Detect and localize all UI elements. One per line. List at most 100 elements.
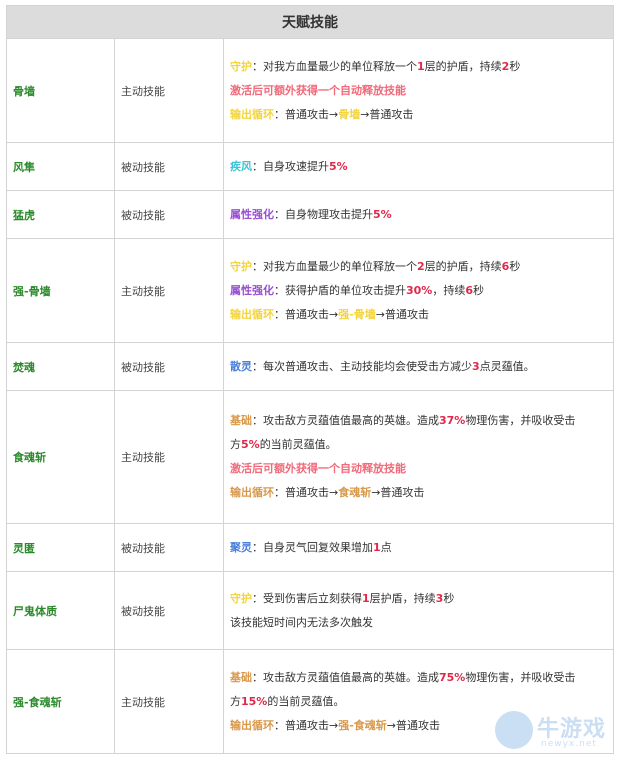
table-header-row: 天赋技能 xyxy=(5,5,615,39)
plain-text: ，持续 xyxy=(432,283,466,297)
highlight-text: 输出循环 xyxy=(230,486,274,499)
plain-text: 秒 xyxy=(473,283,484,297)
highlight-text: 5% xyxy=(373,207,392,221)
plain-text: ：普通攻击→ xyxy=(274,486,339,499)
highlight-text: 输出循环 xyxy=(230,718,274,732)
highlight-text: 输出循环 xyxy=(230,307,274,321)
skill-type: 主动技能 xyxy=(114,38,224,143)
plain-text: ：对我方血量最少的单位释放一个 xyxy=(252,59,417,73)
plain-text: 物理伤害，并吸收受击 xyxy=(465,414,576,427)
plain-text: 的当前灵蕴值。 xyxy=(259,438,337,451)
highlight-text: 30% xyxy=(406,283,433,297)
plain-text: 方 xyxy=(230,694,241,708)
highlight-text: 5% xyxy=(329,159,348,173)
skill-type: 被动技能 xyxy=(114,142,224,191)
plain-text: ：普通攻击→ xyxy=(274,107,339,121)
description-line: 激活后可额外获得一个自动释放技能 xyxy=(230,457,607,481)
cow-logo-icon xyxy=(495,711,533,749)
highlight-text: 75% xyxy=(439,670,466,684)
highlight-text: 激活后可额外获得一个自动释放技能 xyxy=(230,462,406,475)
table-row: 灵匿 被动技能 聚灵：自身灵气回复效果增加1点 xyxy=(6,523,615,572)
highlight-text: 激活后可额外获得一个自动释放技能 xyxy=(230,83,406,97)
skill-description: 守护：对我方血量最少的单位释放一个2层的护盾，持续6秒 属性强化：获得护盾的单位攻… xyxy=(222,238,615,343)
skill-name: 灵匿 xyxy=(6,523,115,572)
skill-name: 骨墙 xyxy=(6,38,115,143)
table-row: 强-骨墙 主动技能 守护：对我方血量最少的单位释放一个2层的护盾，持续6秒 属性强化：… xyxy=(6,238,615,343)
description-line: 基础：攻击敌方灵蕴值值最高的英雄。造成37%物理伤害，并吸收受击 xyxy=(230,409,607,433)
highlight-text: 2 xyxy=(417,259,425,273)
highlight-text: 守护 xyxy=(230,591,252,605)
table-row: 尸鬼体质 被动技能 守护：受到伤害后立刻获得1层护盾，持续3秒 该技能短时间内无法多次… xyxy=(6,571,615,650)
highlight-text: 基础 xyxy=(230,414,252,427)
skill-name: 焚魂 xyxy=(6,342,115,391)
skill-name: 猛虎 xyxy=(6,190,115,239)
highlight-text: 1 xyxy=(373,540,381,554)
plain-text: ：获得护盾的单位攻击提升 xyxy=(274,283,406,297)
skill-name: 尸鬼体质 xyxy=(6,571,115,650)
plain-text: 秒 xyxy=(443,591,455,605)
plain-text: ：攻击敌方灵蕴值值最高的英雄。造成 xyxy=(252,670,439,684)
highlight-text: 15% xyxy=(241,694,268,708)
plain-text: →普通攻击 xyxy=(386,718,441,732)
site-watermark: 牛游戏 newyx.net xyxy=(495,705,613,757)
plain-text: 该技能短时间内无法多次触发 xyxy=(230,615,373,629)
plain-text: 物理伤害，并吸收受击 xyxy=(465,670,576,684)
plain-text: 秒 xyxy=(509,259,521,273)
plain-text: 秒 xyxy=(509,59,521,73)
plain-text: →普通攻击 xyxy=(375,307,430,321)
plain-text: →普通攻击 xyxy=(360,107,414,121)
highlight-text: 疾风 xyxy=(230,159,252,173)
plain-text: 层的护盾，持续 xyxy=(424,259,502,273)
watermark-subtext: newyx.net xyxy=(541,739,597,749)
highlight-text: 37% xyxy=(439,414,466,427)
highlight-text: 强-食魂斩 xyxy=(338,718,387,732)
skill-description: 属性强化：自身物理攻击提升5% xyxy=(222,190,615,239)
skill-description: 疾风：自身攻速提升5% xyxy=(222,142,615,191)
description-line: 聚灵：自身灵气回复效果增加1点 xyxy=(230,536,607,560)
skill-name: 风隼 xyxy=(6,142,115,191)
highlight-text: 守护 xyxy=(230,259,252,273)
table-row: 焚魂 被动技能 散灵：每次普通攻击、主动技能均会使受击方减少3点灵蕴值。 xyxy=(6,342,615,391)
skill-type: 被动技能 xyxy=(114,190,224,239)
description-line: 方5%的当前灵蕴值。 xyxy=(230,433,607,457)
plain-text: ：自身物理攻击提升 xyxy=(274,207,373,221)
plain-text: 方 xyxy=(230,438,241,451)
skill-type: 主动技能 xyxy=(114,238,224,343)
table-row: 食魂斩 主动技能 基础：攻击敌方灵蕴值值最高的英雄。造成37%物理伤害，并吸收受击方… xyxy=(6,390,615,524)
plain-text: 点 xyxy=(380,540,392,554)
highlight-text: 骨墙 xyxy=(338,107,361,121)
plain-text: ：每次普通攻击、主动技能均会使受击方减少 xyxy=(252,359,472,373)
plain-text: 层的护盾，持续 xyxy=(424,59,502,73)
highlight-text: 强-骨墙 xyxy=(338,307,376,321)
description-line: 散灵：每次普通攻击、主动技能均会使受击方减少3点灵蕴值。 xyxy=(230,355,607,379)
skill-description: 散灵：每次普通攻击、主动技能均会使受击方减少3点灵蕴值。 xyxy=(222,342,615,391)
talent-skills-table: 天赋技能 骨墙 主动技能 守护：对我方血量最少的单位释放一个1层的护盾，持续2秒 激活… xyxy=(5,5,615,754)
skill-name: 食魂斩 xyxy=(6,390,115,524)
highlight-text: 守护 xyxy=(230,59,252,73)
skill-type: 被动技能 xyxy=(114,342,224,391)
table-row: 骨墙 主动技能 守护：对我方血量最少的单位释放一个1层的护盾，持续2秒 激活后可额外获… xyxy=(6,38,615,143)
description-line: 属性强化：获得护盾的单位攻击提升30%，持续6秒 xyxy=(230,279,607,303)
plain-text: ：自身灵气回复效果增加 xyxy=(252,540,373,554)
plain-text: ：普通攻击→ xyxy=(274,307,339,321)
skill-description: 基础：攻击敌方灵蕴值值最高的英雄。造成37%物理伤害，并吸收受击 方5%的当前灵蕴… xyxy=(222,390,615,524)
plain-text: →普通攻击 xyxy=(371,486,425,499)
highlight-text: 1 xyxy=(362,591,370,605)
plain-text: ：受到伤害后立刻获得 xyxy=(252,591,362,605)
plain-text: ：对我方血量最少的单位释放一个 xyxy=(252,259,417,273)
skill-description: 守护：对我方血量最少的单位释放一个1层的护盾，持续2秒激活后可额外获得一个自动释… xyxy=(222,38,615,143)
description-line: 属性强化：自身物理攻击提升5% xyxy=(230,203,607,227)
description-line: 守护：对我方血量最少的单位释放一个1层的护盾，持续2秒 xyxy=(230,55,607,79)
plain-text: ：普通攻击→ xyxy=(274,718,339,732)
highlight-text: 1 xyxy=(417,59,425,73)
description-line: 输出循环：普通攻击→强-骨墙→普通攻击 xyxy=(230,303,607,327)
skill-description: 聚灵：自身灵气回复效果增加1点 xyxy=(222,523,615,572)
table-body: 骨墙 主动技能 守护：对我方血量最少的单位释放一个1层的护盾，持续2秒 激活后可额外获… xyxy=(6,38,615,754)
highlight-text: 基础 xyxy=(230,670,252,684)
plain-text: 点灵蕴值。 xyxy=(479,359,535,373)
table-title: 天赋技能 xyxy=(5,5,615,39)
skill-description: 守护：受到伤害后立刻获得1层护盾，持续3秒 该技能短时间内无法多次触发 xyxy=(222,571,615,650)
skill-type: 主动技能 xyxy=(114,390,224,524)
table-row: 风隼 被动技能 疾风：自身攻速提升5% xyxy=(6,142,615,191)
plain-text: 的当前灵蕴值。 xyxy=(267,694,345,708)
